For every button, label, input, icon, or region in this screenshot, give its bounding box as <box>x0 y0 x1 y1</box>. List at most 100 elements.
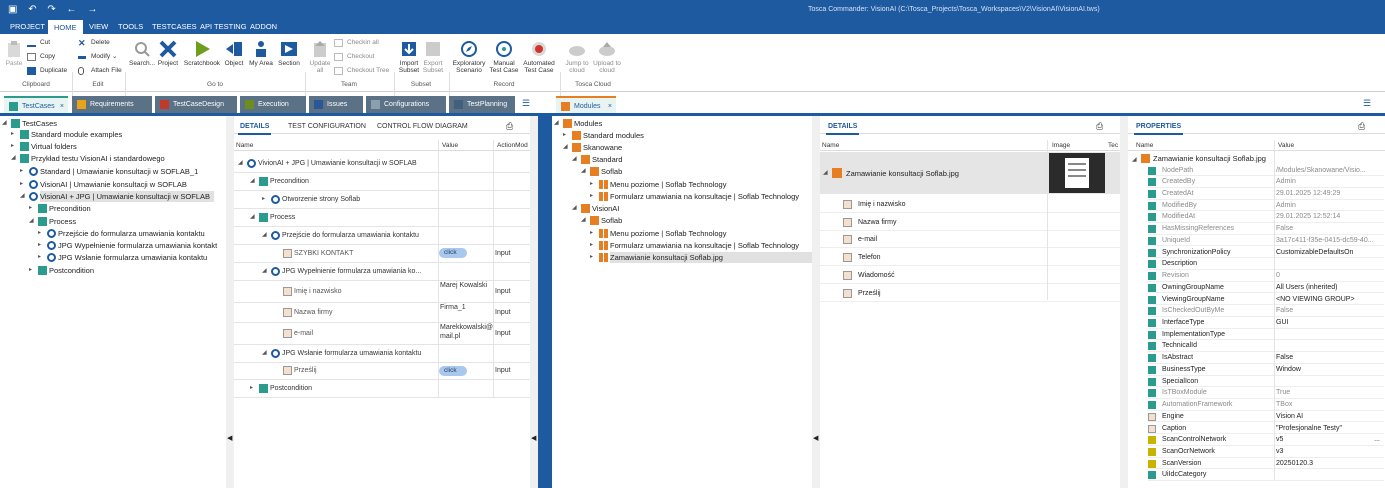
tree-item[interactable]: ▸ JPG Wypełnienie formularza umawiania ko… <box>38 240 217 251</box>
property-value[interactable]: 3a17c411-f35e-0415-dc59-40... <box>1276 235 1374 247</box>
tab-details[interactable]: DETAILS <box>237 123 272 135</box>
module-attribute-row[interactable]: Prześlij <box>820 285 1120 302</box>
chevron-left-icon[interactable]: ◀ <box>813 434 818 442</box>
export-subset-button[interactable]: Export Subset <box>421 40 445 74</box>
property-value[interactable]: False <box>1276 305 1293 317</box>
chevron-left-icon[interactable]: ◀ <box>531 434 536 442</box>
tree-item[interactable]: ◢ TestCases <box>2 118 57 129</box>
expand-closed-icon[interactable]: ▸ <box>250 384 253 393</box>
details-row[interactable]: Process <box>270 213 295 222</box>
expand-open-icon[interactable]: ◢ <box>572 203 577 214</box>
automated-test-case-button[interactable]: Automated Test Case <box>521 40 557 74</box>
menu-testcases[interactable]: TESTCASES <box>152 22 197 31</box>
property-row[interactable]: SynchronizationPolicy CustomizableDefault… <box>1148 247 1384 259</box>
property-row[interactable]: SpecialIcon <box>1148 376 1384 388</box>
checkin-all-button[interactable]: Checkin all <box>334 38 379 48</box>
property-row[interactable]: ScanControlNetwork v5... <box>1148 434 1384 446</box>
details-row[interactable]: JPG Wsłanie formularza umawiania kontakt… <box>282 349 421 358</box>
tab-testplanning[interactable]: TestPlanning <box>449 96 515 113</box>
expand-open-icon[interactable]: ◢ <box>572 154 577 165</box>
tree-item[interactable]: ▸ Standard module examples <box>11 129 122 140</box>
details-row[interactable]: Nazwa firmy <box>294 308 333 317</box>
expand-closed-icon[interactable]: ▸ <box>563 130 566 141</box>
module-attribute-row[interactable]: e-mail <box>820 231 1120 249</box>
tree-item[interactable]: ▸ Postcondition <box>29 265 94 276</box>
quick-access-icons[interactable]: ▣ ↶ ↷ ← → <box>8 4 101 15</box>
value-click-button[interactable]: click <box>439 248 467 258</box>
details-row[interactable]: Imię i nazwisko <box>294 287 341 296</box>
property-value[interactable]: All Users (inherited) <box>1276 282 1337 294</box>
expand-closed-icon[interactable]: ▸ <box>38 228 41 239</box>
expand-open-icon[interactable]: ◢ <box>250 213 255 222</box>
property-value[interactable]: 20250120.3 <box>1276 458 1313 470</box>
tab-requirements[interactable]: Requirements <box>72 96 152 113</box>
panel-menu-icon[interactable]: ☰ <box>522 98 530 109</box>
search-button[interactable]: Search... <box>128 40 156 67</box>
property-value[interactable]: Window <box>1276 364 1301 376</box>
details-row[interactable]: SZYBKI KONTAKT <box>294 249 353 258</box>
details-row[interactable]: Precondition <box>270 177 309 186</box>
property-row[interactable]: HasMissingReferences False <box>1148 223 1384 235</box>
property-row[interactable]: UiIdcCategory <box>1148 469 1384 482</box>
action-mode-cell[interactable]: Input <box>495 249 511 258</box>
property-row[interactable]: Engine Vision AI <box>1148 411 1384 423</box>
module-row-selected[interactable]: ◢ Zamawianie konsultacji Soflab.jpg <box>820 152 1120 194</box>
expand-closed-icon[interactable]: ▸ <box>20 179 23 190</box>
tab-testcasedesign[interactable]: TestCaseDesign <box>155 96 237 113</box>
property-row[interactable]: Revision 0 <box>1148 270 1384 282</box>
property-value[interactable]: Vision AI <box>1276 411 1303 423</box>
property-value[interactable]: False <box>1276 352 1293 364</box>
expand-closed-icon[interactable]: ▸ <box>11 141 14 152</box>
action-mode-cell[interactable]: Input <box>495 329 511 338</box>
details-row[interactable]: Otworzenie strony Soflab <box>282 195 360 204</box>
property-value[interactable]: False <box>1276 223 1293 235</box>
tab-properties[interactable]: PROPERTIES <box>1133 123 1184 135</box>
property-row[interactable]: ViewingGroupName <NO VIEWING GROUP> <box>1148 294 1384 306</box>
value-cell[interactable]: Marekkowalski@mail.pl <box>440 323 494 341</box>
expand-closed-icon[interactable]: ▸ <box>20 166 23 177</box>
module-attribute-row[interactable]: Wiadomość <box>820 267 1120 284</box>
tab-issues[interactable]: Issues <box>309 96 363 113</box>
property-value[interactable]: /Modules/Skanowane/Visio... <box>1276 165 1366 177</box>
project-button[interactable]: Project <box>156 40 180 67</box>
module-tree-item[interactable]: ◢ Modules <box>554 118 602 129</box>
property-row[interactable]: AutomationFramework TBox <box>1148 399 1384 411</box>
tree-item[interactable]: ▸ JPG Wsłanie formularza umawiania kontak… <box>38 252 207 263</box>
paste-button[interactable]: Paste <box>4 40 24 67</box>
tree-item[interactable]: ◢ VisionAI + JPG | Umawianie konsultacji … <box>20 191 215 202</box>
module-tree-item[interactable]: ▸ Formularz umawiania na konsultacje | So… <box>590 191 799 202</box>
property-value[interactable]: CustomizableDefaultsOn <box>1276 247 1353 259</box>
property-row[interactable]: ImplementationType <box>1148 329 1384 341</box>
update-all-button[interactable]: Update all <box>308 40 332 74</box>
value-cell[interactable]: Marej Kowalski <box>440 281 494 290</box>
checkout-button[interactable]: Checkout <box>334 52 374 62</box>
details-row[interactable]: e-mail <box>294 329 313 338</box>
expand-open-icon[interactable]: ◢ <box>581 215 586 226</box>
module-tree-item[interactable]: ◢ Standard <box>572 154 622 165</box>
tree-item[interactable]: ◢ Przykład testu VisionAI i standardowego <box>11 153 165 164</box>
module-tree-item[interactable]: ▸ Menu poziome | Soflab Technology <box>590 228 726 239</box>
value-click-button[interactable]: click <box>439 365 467 376</box>
splitter[interactable]: ◀ <box>812 116 820 488</box>
expand-open-icon[interactable]: ◢ <box>250 177 255 186</box>
property-value[interactable]: GUI <box>1276 317 1288 329</box>
property-value[interactable]: v5 <box>1276 434 1283 446</box>
expand-closed-icon[interactable]: ▸ <box>590 252 593 263</box>
print-icon[interactable]: ⎙ <box>1358 121 1365 132</box>
module-tree-item[interactable]: ▸ Menu poziome | Soflab Technology <box>590 179 726 190</box>
property-row[interactable]: IsCheckedOutByMe False <box>1148 305 1384 317</box>
upload-to-cloud-button[interactable]: Upload to cloud <box>592 40 622 74</box>
tree-item[interactable]: ▸ Przejście do formularza umawiania konta… <box>38 228 205 239</box>
tab-test-configuration[interactable]: TEST CONFIGURATION <box>288 123 366 130</box>
property-row[interactable]: IsAbstract False <box>1148 352 1384 364</box>
tree-item[interactable]: ▸ Standard | Umawianie konsultacji w SOFL… <box>20 166 198 177</box>
module-tree-item[interactable]: ▸ Standard modules <box>563 130 644 141</box>
scratchbook-button[interactable]: Scratchbook <box>182 40 222 67</box>
expand-open-icon[interactable]: ◢ <box>29 216 34 227</box>
import-subset-button[interactable]: Import Subset <box>397 40 421 74</box>
expand-open-icon[interactable]: ◢ <box>262 231 267 240</box>
copy-button[interactable]: Copy <box>27 52 55 62</box>
value-cell[interactable]: Firma_1 <box>440 303 494 312</box>
expand-open-icon[interactable]: ◢ <box>20 191 25 202</box>
property-value[interactable]: <NO VIEWING GROUP> <box>1276 294 1355 306</box>
